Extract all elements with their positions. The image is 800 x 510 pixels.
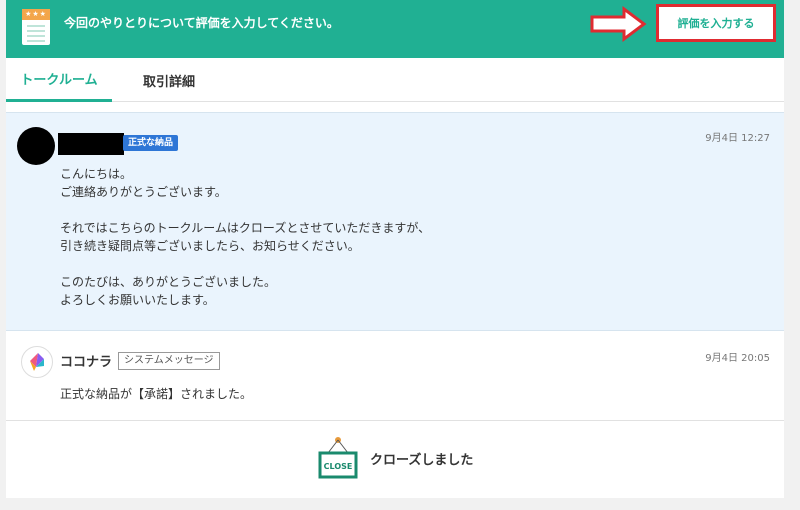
close-status: CLOSE クローズしました xyxy=(6,421,784,498)
official-delivery-badge: 正式な納品 xyxy=(123,135,179,151)
tab-talkroom[interactable]: トークルーム xyxy=(6,58,112,102)
avatar xyxy=(17,127,55,165)
closed-status-text: クローズしました xyxy=(370,453,474,468)
message-item: 正式な納品 9月4日 12:27 こんにちは。 ご連絡ありがとうございます。 そ… xyxy=(6,112,784,331)
message-text: 正式な納品が【承諾】されました。 xyxy=(60,387,253,401)
message-timestamp: 9月4日 12:27 xyxy=(705,133,770,144)
message-line: それではこちらのトークルームはクローズとさせていただきますが、 xyxy=(60,221,431,235)
enter-evaluation-button[interactable]: 評価を入力する xyxy=(661,9,771,37)
svg-text:CLOSE: CLOSE xyxy=(324,462,353,471)
banner-message: 今回のやりとりについて評価を入力してください。 xyxy=(64,16,339,30)
coconala-logo-icon xyxy=(21,346,53,378)
close-sign-icon: CLOSE xyxy=(318,437,358,479)
message-line: このたびは、ありがとうございました。 xyxy=(60,275,277,289)
evaluation-sheet-icon: ★★★ xyxy=(22,9,50,45)
system-message-badge: システムメッセージ xyxy=(118,352,220,370)
tab-transaction-details[interactable]: 取引詳細 xyxy=(124,58,214,102)
system-message-item: ココナラ システムメッセージ 9月4日 20:05 正式な納品が【承諾】されまし… xyxy=(6,331,784,421)
message-line: 引き続き疑問点等ございましたら、お知らせください。 xyxy=(60,239,360,253)
evaluation-banner: ★★★ 今回のやりとりについて評価を入力してください。 評価を入力する xyxy=(6,0,784,58)
sender-name-redacted xyxy=(58,133,124,155)
eval-button-highlight: 評価を入力する xyxy=(656,4,776,42)
tab-bar: トークルーム 取引詳細 xyxy=(6,58,784,102)
sender-name: ココナラ xyxy=(60,355,113,370)
arrow-right-icon xyxy=(590,6,647,42)
message-line: こんにちは。 xyxy=(60,167,133,181)
message-line: ご連絡ありがとうございます。 xyxy=(60,185,227,199)
transaction-panel: ★★★ 今回のやりとりについて評価を入力してください。 評価を入力する トークル… xyxy=(6,0,784,498)
message-line: よろしくお願いいたします。 xyxy=(60,293,215,307)
message-timestamp: 9月4日 20:05 xyxy=(705,353,770,364)
page-scroll-area xyxy=(784,0,800,510)
